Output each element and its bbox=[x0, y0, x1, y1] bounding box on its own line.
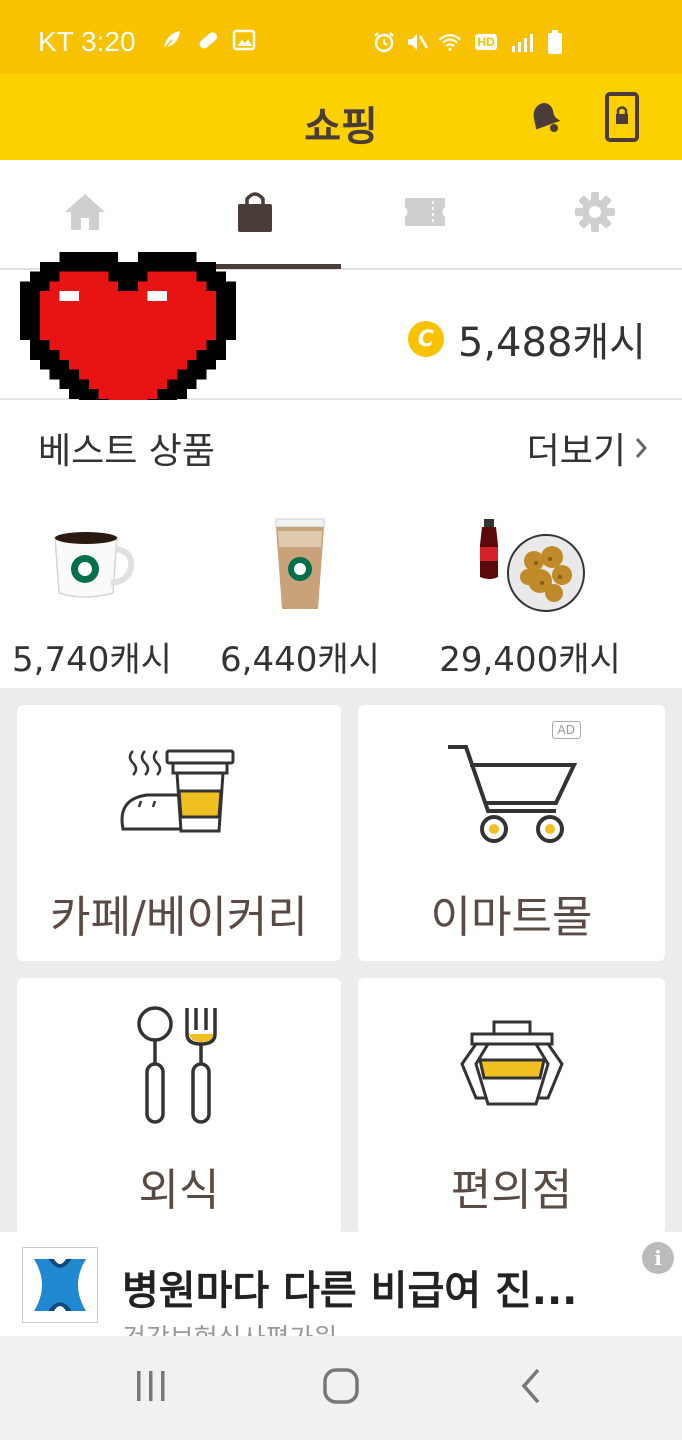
product-card[interactable]: 5,740캐시 bbox=[0, 510, 192, 680]
product-price: 29,400캐시 bbox=[439, 640, 621, 680]
product-price: 5,740캐시 bbox=[12, 640, 172, 680]
category-cafe-bakery[interactable]: 카페/베이커리 bbox=[17, 705, 341, 961]
category-label: 편의점 bbox=[450, 1165, 573, 1216]
alarm-icon bbox=[372, 30, 396, 54]
hd-icon: HD bbox=[475, 34, 497, 50]
convenience-store-icon bbox=[452, 1020, 572, 1114]
home-icon bbox=[63, 190, 107, 238]
category-emart-mall[interactable]: AD 이마트몰 bbox=[358, 705, 665, 961]
cart-icon bbox=[446, 743, 578, 851]
info-icon[interactable]: i bbox=[642, 1242, 674, 1274]
coin-icon: C bbox=[407, 321, 444, 357]
cafe-bakery-icon bbox=[117, 745, 237, 839]
cash-balance[interactable]: C 5,488캐시 bbox=[407, 310, 646, 368]
battery-icon bbox=[543, 30, 567, 54]
chicken-and-cola-image bbox=[430, 510, 630, 620]
recent-apps-button[interactable] bbox=[126, 1366, 176, 1410]
tab-settings[interactable] bbox=[510, 160, 680, 268]
iced-latte-image bbox=[200, 510, 400, 620]
more-label: 더보기 bbox=[526, 431, 626, 472]
signal-icon bbox=[510, 30, 534, 54]
tab-ticket[interactable] bbox=[340, 160, 510, 268]
back-button[interactable] bbox=[506, 1366, 556, 1410]
advertiser-logo bbox=[22, 1247, 98, 1323]
shopping-bag-icon bbox=[235, 190, 275, 238]
category-label: 이마트몰 bbox=[430, 892, 593, 943]
coffee-mug-image bbox=[0, 510, 192, 620]
chevron-right-icon bbox=[634, 428, 648, 469]
product-price: 6,440캐시 bbox=[220, 640, 380, 680]
system-nav-bar bbox=[0, 1336, 682, 1440]
home-circle-icon bbox=[322, 1367, 360, 1409]
cash-value: 5,488캐시 bbox=[457, 320, 646, 366]
product-card[interactable]: 29,400캐시 bbox=[430, 510, 630, 680]
status-bar: KT 3:20 HD bbox=[0, 0, 682, 74]
app-header: 쇼핑 bbox=[0, 74, 682, 160]
lock-screen-icon[interactable] bbox=[604, 92, 640, 142]
category-convenience-store[interactable]: 편의점 bbox=[358, 978, 665, 1234]
ad-title: 병원마다 다른 비급여 진... bbox=[122, 1268, 578, 1314]
page-title: 쇼핑 bbox=[304, 104, 378, 150]
best-products-section: 베스트 상품 더보기 5,740캐시 6,440캐시 29,400캐시 bbox=[0, 400, 682, 688]
status-time: KT 3:20 bbox=[38, 26, 136, 57]
back-icon bbox=[519, 1367, 543, 1409]
category-label: 외식 bbox=[138, 1165, 220, 1216]
home-button[interactable] bbox=[316, 1366, 366, 1410]
product-card[interactable]: 6,440캐시 bbox=[200, 510, 400, 680]
profile-row: C 5,488캐시 bbox=[0, 252, 682, 448]
wifi-icon bbox=[438, 30, 462, 54]
more-link[interactable]: 더보기 bbox=[527, 422, 648, 474]
recent-apps-icon bbox=[134, 1369, 168, 1407]
ad-badge: AD bbox=[551, 721, 581, 739]
category-dining-out[interactable]: 외식 bbox=[17, 978, 341, 1234]
ad-banner[interactable]: 병원마다 다른 비급여 진... 건강보험심사평가원 i bbox=[0, 1232, 682, 1336]
spoon-fork-icon bbox=[135, 1004, 219, 1128]
category-label: 카페/베이커리 bbox=[50, 892, 308, 943]
ad-subtitle: 건강보험심사평가원 bbox=[122, 1318, 337, 1336]
gear-icon bbox=[573, 190, 617, 238]
section-title: 베스트 상품 bbox=[38, 431, 216, 472]
image-icon bbox=[232, 28, 256, 52]
pill-icon bbox=[196, 28, 220, 52]
leaf-icon bbox=[160, 28, 184, 52]
bell-icon[interactable] bbox=[524, 96, 564, 136]
mute-icon bbox=[405, 30, 429, 54]
ticket-icon bbox=[403, 195, 447, 233]
